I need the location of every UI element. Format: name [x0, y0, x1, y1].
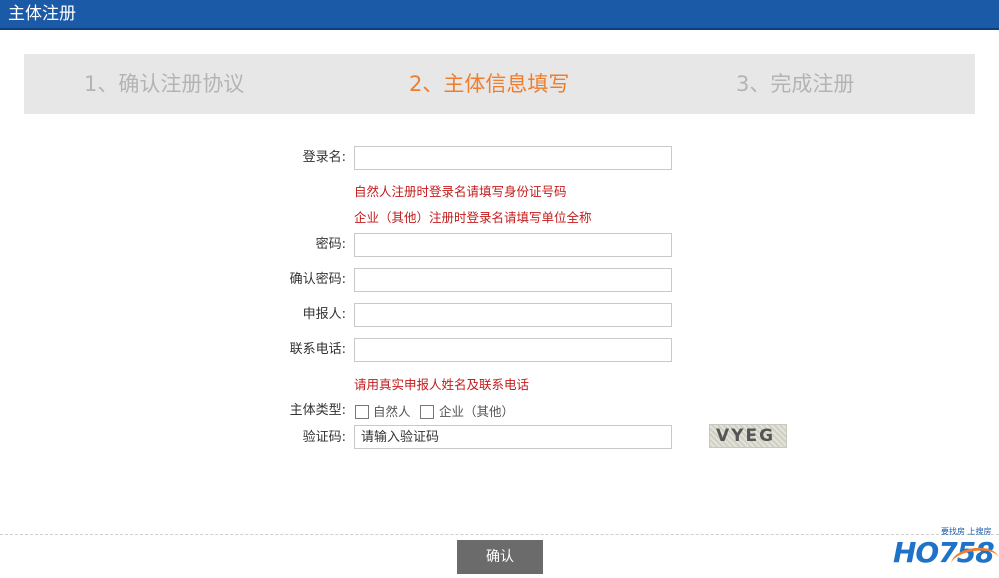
login-hint-company: 企业（其他）注册时登录名请填写单位全称	[354, 210, 592, 225]
step-confirm-agreement: 1、确认注册协议	[84, 72, 245, 96]
entity-type-label: 主体类型:	[289, 403, 346, 418]
footer-divider	[0, 534, 999, 535]
phone-label: 联系电话:	[289, 342, 346, 357]
confirm-password-label: 确认密码:	[289, 272, 346, 287]
page-title: 主体注册	[8, 4, 76, 24]
registration-steps: 1、确认注册协议 2、主体信息填写 3、完成注册	[24, 54, 975, 114]
company-checkbox[interactable]	[420, 405, 434, 419]
confirm-password-input[interactable]	[354, 268, 672, 292]
applicant-input[interactable]	[354, 303, 672, 327]
contact-hint: 请用真实申报人姓名及联系电话	[354, 377, 530, 392]
login-hint-person: 自然人注册时登录名请填写身份证号码	[354, 184, 567, 199]
step-fill-info: 2、主体信息填写	[409, 72, 570, 96]
captcha-label: 验证码:	[302, 430, 346, 445]
password-label: 密码:	[315, 237, 346, 252]
step-complete: 3、完成注册	[736, 72, 855, 96]
login-name-input[interactable]	[354, 146, 672, 170]
natural-person-option-label: 自然人	[373, 404, 411, 419]
password-input[interactable]	[354, 233, 672, 257]
applicant-label: 申报人:	[302, 307, 346, 322]
page-header: 主体注册	[0, 0, 999, 30]
login-name-label: 登录名:	[302, 150, 346, 165]
captcha-image[interactable]: VYEG	[709, 424, 787, 448]
captcha-input[interactable]	[354, 425, 672, 449]
captcha-text: VYEG	[716, 426, 776, 446]
natural-person-checkbox[interactable]	[355, 405, 369, 419]
confirm-button[interactable]: 确认	[457, 540, 543, 574]
header-underline	[0, 28, 999, 30]
site-logo: 要找房 上搜房 HO758	[893, 524, 999, 578]
phone-input[interactable]	[354, 338, 672, 362]
company-option-label: 企业（其他）	[439, 404, 515, 419]
